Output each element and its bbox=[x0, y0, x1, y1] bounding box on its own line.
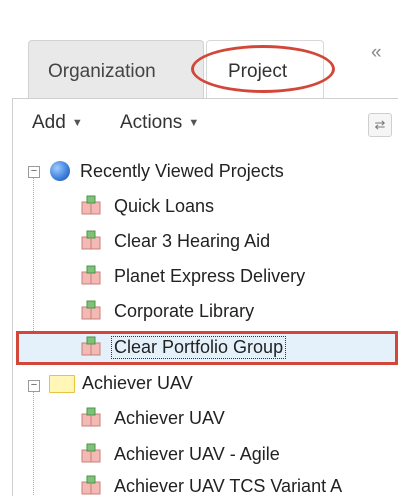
tree-item-label: Corporate Library bbox=[114, 301, 255, 321]
project-icon bbox=[81, 407, 101, 427]
collapse-panel-icon[interactable]: « bbox=[371, 42, 381, 64]
tab-project[interactable]: Project bbox=[206, 40, 324, 99]
collapse-toggle-icon[interactable]: − bbox=[28, 166, 40, 178]
tree-item[interactable]: Planet Express Delivery bbox=[0, 262, 398, 292]
tree-item[interactable]: Achiever UAV - Agile bbox=[0, 440, 398, 470]
tab-organization-label: Organization bbox=[48, 61, 156, 82]
project-icon bbox=[81, 230, 101, 250]
chevron-down-icon: ▼ bbox=[188, 117, 200, 129]
actions-menu-label: Actions bbox=[120, 112, 183, 133]
tree-item-label: Planet Express Delivery bbox=[114, 266, 306, 286]
tab-project-label: Project bbox=[228, 61, 288, 82]
tree-group-achiever-uav[interactable]: − Achiever UAV bbox=[0, 369, 398, 399]
tab-bar: Organization Project « bbox=[0, 0, 398, 99]
project-icon bbox=[81, 265, 101, 285]
tree-group-recently-viewed[interactable]: − Recently Viewed Projects bbox=[0, 157, 398, 187]
tree-item[interactable]: Corporate Library bbox=[0, 297, 398, 327]
project-icon bbox=[81, 300, 101, 320]
project-icon bbox=[81, 443, 101, 463]
project-icon bbox=[81, 475, 101, 495]
tree-item[interactable]: Achiever UAV TCS Variant A bbox=[0, 472, 398, 495]
tree-item-label: Clear 3 Hearing Aid bbox=[114, 231, 271, 251]
tree-item[interactable]: Clear 3 Hearing Aid bbox=[0, 227, 398, 257]
tree-item[interactable]: Achiever UAV bbox=[0, 404, 398, 434]
globe-icon bbox=[50, 161, 70, 181]
tree-item-selected[interactable]: Clear Portfolio Group bbox=[0, 333, 398, 363]
project-icon bbox=[81, 195, 101, 215]
tree-group-label: Recently Viewed Projects bbox=[80, 161, 284, 181]
tree-group-label: Achiever UAV bbox=[82, 373, 193, 393]
tree-item-label: Achiever UAV TCS Variant A bbox=[114, 476, 343, 495]
chevron-down-icon: ▼ bbox=[71, 117, 83, 129]
folder-icon bbox=[49, 375, 75, 393]
tree-item-label: Clear Portfolio Group bbox=[110, 336, 287, 359]
project-icon bbox=[81, 336, 101, 356]
tree-item-label: Quick Loans bbox=[114, 196, 215, 216]
tab-organization[interactable]: Organization bbox=[28, 40, 204, 99]
actions-menu-button[interactable]: Actions ▼ bbox=[120, 112, 199, 134]
collapse-toggle-icon[interactable]: − bbox=[28, 380, 40, 392]
add-menu-button[interactable]: Add ▼ bbox=[32, 112, 83, 134]
tree-item-label: Achiever UAV bbox=[114, 408, 225, 428]
tree-item[interactable]: Quick Loans bbox=[0, 192, 398, 222]
tree-item-label: Achiever UAV - Agile bbox=[114, 444, 280, 464]
refresh-icon[interactable]: ⇄ bbox=[368, 113, 392, 137]
add-menu-label: Add bbox=[32, 112, 66, 133]
